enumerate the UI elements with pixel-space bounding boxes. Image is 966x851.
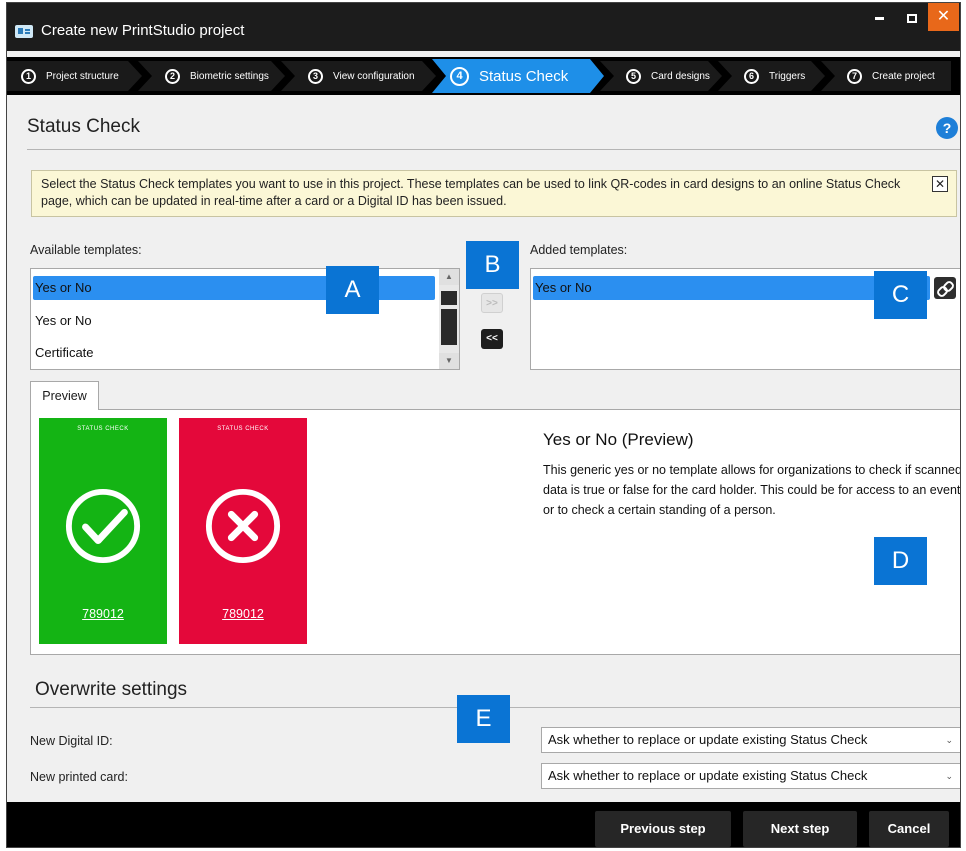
step-project-structure[interactable]: 1 Project structure [7,61,142,91]
list-item[interactable]: Certificate [33,341,435,365]
wizard-window: Create new PrintStudio project ✕ 1 Proje… [6,2,961,848]
step-number: 3 [308,69,323,84]
preview-pane: STATUS CHECK 789012 STATUS CHECK 789012 … [30,409,961,655]
step-view-configuration[interactable]: 3 View configuration [281,61,436,91]
info-text: Select the Status Check templates you wa… [41,177,901,208]
scrollbar-thumb[interactable] [441,309,457,345]
status-check-logo: STATUS CHECK [217,426,269,432]
step-label: Card designs [651,70,710,82]
select-value: Ask whether to replace or update existin… [548,768,868,783]
step-number: 2 [165,69,180,84]
card-number: 789012 [82,607,124,621]
step-status-check[interactable]: 4 Status Check [432,59,604,93]
minimize-button[interactable] [864,3,895,31]
step-number: 4 [450,67,469,86]
window-title: Create new PrintStudio project [41,22,245,39]
step-card-designs[interactable]: 5 Card designs [600,61,722,91]
title-bar: Create new PrintStudio project ✕ [7,3,960,51]
new-digital-id-select[interactable]: Ask whether to replace or update existin… [541,727,960,753]
cross-icon [205,488,281,564]
step-label: Biometric settings [190,70,269,82]
list-item[interactable]: Yes or No [533,276,930,300]
status-check-logo: STATUS CHECK [77,426,129,432]
preview-description: This generic yes or no template allows f… [543,463,961,517]
new-printed-card-select[interactable]: Ask whether to replace or update existin… [541,763,960,789]
remove-template-button[interactable]: << [481,329,503,349]
step-label: View configuration [333,70,415,82]
callout-marker-b: B [466,241,519,289]
chevron-down-icon: ⌄ [945,735,953,745]
callout-marker-c: C [874,271,927,319]
close-icon: ✕ [936,8,951,25]
id-card-icon [15,25,33,38]
cancel-button[interactable]: Cancel [869,811,949,847]
add-template-button[interactable]: >> [481,293,503,313]
tab-preview[interactable]: Preview [30,381,99,410]
card-preview-yes: STATUS CHECK 789012 [39,418,167,644]
step-label: Triggers [769,70,806,82]
maximize-button[interactable] [896,3,927,31]
scrollbar-thumb[interactable] [441,291,457,305]
info-close-icon[interactable]: ✕ [932,176,948,192]
new-digital-id-label: New Digital ID: [30,734,113,748]
link-icon[interactable] [934,277,956,299]
checkmark-icon [65,488,141,564]
preview-title: Yes or No (Preview) [543,430,694,449]
previous-step-button[interactable]: Previous step [595,811,731,847]
next-step-button[interactable]: Next step [743,811,857,847]
wizard-steps: 1 Project structure 2 Biometric settings… [7,57,960,95]
step-label: Status Check [479,67,569,85]
overwrite-settings-title: Overwrite settings [35,679,188,700]
callout-marker-e: E [457,695,510,743]
step-number: 6 [744,69,759,84]
step-create-project[interactable]: 7 Create project [821,61,951,91]
scrollbar[interactable]: ▲ ▼ [439,269,459,369]
close-button[interactable]: ✕ [928,3,959,31]
available-templates-list[interactable]: Yes or No Yes or No Certificate ▲ ▼ [30,268,460,370]
chevron-down-icon: ⌄ [945,771,953,781]
divider [27,149,960,150]
step-number: 5 [626,69,641,84]
callout-marker-a: A [326,266,379,314]
step-label: Project structure [46,70,119,82]
help-icon[interactable]: ? [936,117,958,139]
available-templates-label: Available templates: [30,243,142,257]
card-number: 789012 [222,607,264,621]
step-number: 1 [21,69,36,84]
page-title: Status Check [27,116,140,137]
footer-bar: Previous step Next step Cancel [7,802,960,847]
step-number: 7 [847,68,862,84]
select-value: Ask whether to replace or update existin… [548,732,868,747]
scroll-down-icon[interactable]: ▼ [439,353,459,369]
step-biometric-settings[interactable]: 2 Biometric settings [138,61,285,91]
maximize-icon [906,13,917,23]
step-label: Create project [872,70,935,82]
step-triggers[interactable]: 6 Triggers [718,61,825,91]
scroll-up-icon[interactable]: ▲ [439,269,459,285]
new-printed-card-label: New printed card: [30,770,128,784]
info-banner: Select the Status Check templates you wa… [31,170,957,217]
added-templates-label: Added templates: [530,243,628,257]
card-preview-no: STATUS CHECK 789012 [179,418,307,644]
minimize-icon [875,16,884,20]
callout-marker-d: D [874,537,927,585]
